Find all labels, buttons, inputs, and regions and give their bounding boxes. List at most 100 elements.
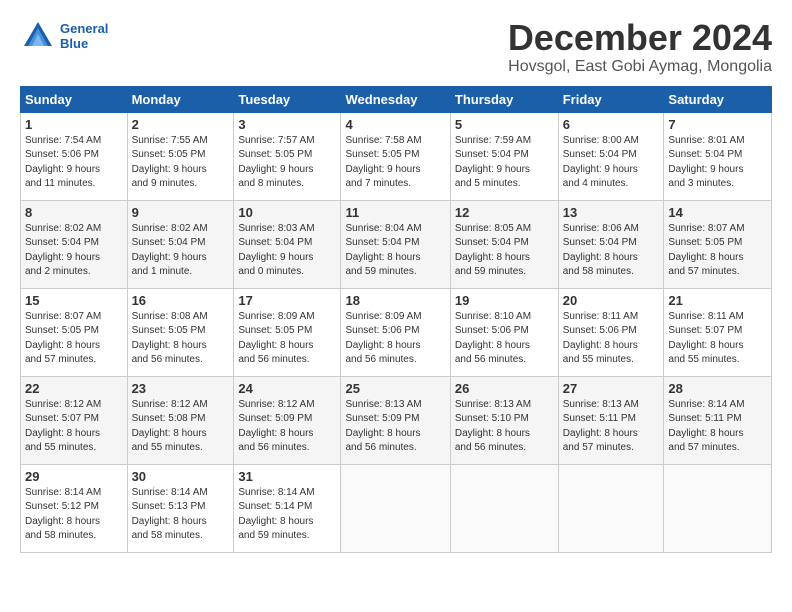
day-number: 11: [345, 205, 445, 220]
calendar-cell: 29Sunrise: 8:14 AM Sunset: 5:12 PM Dayli…: [21, 464, 128, 552]
calendar-cell: 16Sunrise: 8:08 AM Sunset: 5:05 PM Dayli…: [127, 288, 234, 376]
day-number: 7: [668, 117, 767, 132]
day-number: 28: [668, 381, 767, 396]
calendar-cell: 31Sunrise: 8:14 AM Sunset: 5:14 PM Dayli…: [234, 464, 341, 552]
day-info: Sunrise: 8:14 AM Sunset: 5:11 PM Dayligh…: [668, 398, 767, 456]
calendar-cell: 9 Sunrise: 8:02 AM Sunset: 5:04 PM Daylig…: [127, 200, 234, 288]
day-info: Sunrise: 8:13 AM Sunset: 5:10 PM Dayligh…: [455, 398, 554, 456]
day-info: Sunrise: 8:11 AM Sunset: 5:07 PM Dayligh…: [668, 310, 767, 368]
calendar-cell: 7 Sunrise: 8:01 AM Sunset: 5:04 PM Daylig…: [664, 112, 772, 200]
day-info: Sunrise: 8:12 AM Sunset: 5:07 PM Dayligh…: [25, 398, 123, 456]
calendar-cell: 11 Sunrise: 8:04 AM Sunset: 5:04 PM Dayli…: [341, 200, 450, 288]
day-info: Sunrise: 8:10 AM Sunset: 5:06 PM Dayligh…: [455, 310, 554, 368]
day-info: Sunrise: 8:13 AM Sunset: 5:09 PM Dayligh…: [345, 398, 445, 456]
calendar-row-3: 22 Sunrise: 8:12 AM Sunset: 5:07 PM Dayli…: [21, 376, 772, 464]
day-number: 27: [563, 381, 660, 396]
day-info: Sunrise: 8:00 AM Sunset: 5:04 PM Dayligh…: [563, 134, 660, 192]
day-number: 15: [25, 293, 123, 308]
day-number: 19: [455, 293, 554, 308]
day-info: Sunrise: 7:58 AM Sunset: 5:05 PM Dayligh…: [345, 134, 445, 192]
calendar-cell: 1 Sunrise: 7:54 AM Sunset: 5:06 PM Daylig…: [21, 112, 128, 200]
subtitle: Hovsgol, East Gobi Aymag, Mongolia: [508, 58, 772, 76]
day-number: 18: [345, 293, 445, 308]
day-number: 17: [238, 293, 336, 308]
day-number: 1: [25, 117, 123, 132]
day-number: 26: [455, 381, 554, 396]
calendar-cell: 14 Sunrise: 8:07 AM Sunset: 5:05 PM Dayli…: [664, 200, 772, 288]
day-info: Sunrise: 8:06 AM Sunset: 5:04 PM Dayligh…: [563, 222, 660, 280]
calendar-cell: 24 Sunrise: 8:12 AM Sunset: 5:09 PM Dayli…: [234, 376, 341, 464]
day-number: 12: [455, 205, 554, 220]
day-info: Sunrise: 8:05 AM Sunset: 5:04 PM Dayligh…: [455, 222, 554, 280]
calendar-table: Sunday Monday Tuesday Wednesday Thursday…: [20, 86, 772, 553]
day-info: Sunrise: 8:13 AM Sunset: 5:11 PM Dayligh…: [563, 398, 660, 456]
main-title: December 2024: [508, 18, 772, 58]
day-info: Sunrise: 8:01 AM Sunset: 5:04 PM Dayligh…: [668, 134, 767, 192]
page: General Blue December 2024 Hovsgol, East…: [0, 0, 792, 563]
day-number: 21: [668, 293, 767, 308]
calendar-cell: 15 Sunrise: 8:07 AM Sunset: 5:05 PM Dayli…: [21, 288, 128, 376]
day-number: 9: [132, 205, 230, 220]
calendar-cell: 25 Sunrise: 8:13 AM Sunset: 5:09 PM Dayli…: [341, 376, 450, 464]
header: General Blue December 2024 Hovsgol, East…: [20, 18, 772, 76]
calendar-cell: [341, 464, 450, 552]
day-number: 4: [345, 117, 445, 132]
calendar-cell: 10 Sunrise: 8:03 AM Sunset: 5:04 PM Dayli…: [234, 200, 341, 288]
day-number: 10: [238, 205, 336, 220]
calendar-cell: 2Sunrise: 7:55 AM Sunset: 5:05 PM Daylig…: [127, 112, 234, 200]
day-number: 13: [563, 205, 660, 220]
day-info: Sunrise: 8:09 AM Sunset: 5:06 PM Dayligh…: [345, 310, 445, 368]
calendar-cell: 19 Sunrise: 8:10 AM Sunset: 5:06 PM Dayli…: [450, 288, 558, 376]
calendar-row-2: 15 Sunrise: 8:07 AM Sunset: 5:05 PM Dayli…: [21, 288, 772, 376]
calendar-cell: [558, 464, 664, 552]
day-info: Sunrise: 8:07 AM Sunset: 5:05 PM Dayligh…: [25, 310, 123, 368]
logo-icon: [20, 18, 56, 54]
col-thursday: Thursday: [450, 86, 558, 112]
calendar-cell: 5 Sunrise: 7:59 AM Sunset: 5:04 PM Daylig…: [450, 112, 558, 200]
day-number: 30: [132, 469, 230, 484]
day-info: Sunrise: 8:02 AM Sunset: 5:04 PM Dayligh…: [25, 222, 123, 280]
day-info: Sunrise: 8:14 AM Sunset: 5:14 PM Dayligh…: [238, 486, 336, 544]
calendar-row-4: 29Sunrise: 8:14 AM Sunset: 5:12 PM Dayli…: [21, 464, 772, 552]
day-info: Sunrise: 8:03 AM Sunset: 5:04 PM Dayligh…: [238, 222, 336, 280]
day-info: Sunrise: 7:54 AM Sunset: 5:06 PM Dayligh…: [25, 134, 123, 192]
calendar-cell: 8 Sunrise: 8:02 AM Sunset: 5:04 PM Daylig…: [21, 200, 128, 288]
day-info: Sunrise: 8:02 AM Sunset: 5:04 PM Dayligh…: [132, 222, 230, 280]
logo: General Blue: [20, 18, 108, 54]
col-saturday: Saturday: [664, 86, 772, 112]
day-number: 29: [25, 469, 123, 484]
col-monday: Monday: [127, 86, 234, 112]
calendar-row-0: 1 Sunrise: 7:54 AM Sunset: 5:06 PM Daylig…: [21, 112, 772, 200]
calendar-cell: 18 Sunrise: 8:09 AM Sunset: 5:06 PM Dayli…: [341, 288, 450, 376]
calendar-cell: 27 Sunrise: 8:13 AM Sunset: 5:11 PM Dayli…: [558, 376, 664, 464]
col-tuesday: Tuesday: [234, 86, 341, 112]
day-info: Sunrise: 8:12 AM Sunset: 5:09 PM Dayligh…: [238, 398, 336, 456]
title-area: December 2024 Hovsgol, East Gobi Aymag, …: [508, 18, 772, 76]
calendar-cell: 28 Sunrise: 8:14 AM Sunset: 5:11 PM Dayli…: [664, 376, 772, 464]
col-sunday: Sunday: [21, 86, 128, 112]
day-number: 20: [563, 293, 660, 308]
calendar-cell: 30 Sunrise: 8:14 AM Sunset: 5:13 PM Dayli…: [127, 464, 234, 552]
day-info: Sunrise: 8:07 AM Sunset: 5:05 PM Dayligh…: [668, 222, 767, 280]
day-info: Sunrise: 7:55 AM Sunset: 5:05 PM Dayligh…: [132, 134, 230, 192]
day-number: 24: [238, 381, 336, 396]
calendar-cell: 6Sunrise: 8:00 AM Sunset: 5:04 PM Daylig…: [558, 112, 664, 200]
calendar-cell: 20Sunrise: 8:11 AM Sunset: 5:06 PM Dayli…: [558, 288, 664, 376]
col-wednesday: Wednesday: [341, 86, 450, 112]
calendar-cell: 26 Sunrise: 8:13 AM Sunset: 5:10 PM Dayli…: [450, 376, 558, 464]
day-info: Sunrise: 7:59 AM Sunset: 5:04 PM Dayligh…: [455, 134, 554, 192]
calendar-header-row: Sunday Monday Tuesday Wednesday Thursday…: [21, 86, 772, 112]
day-info: Sunrise: 8:12 AM Sunset: 5:08 PM Dayligh…: [132, 398, 230, 456]
day-number: 8: [25, 205, 123, 220]
day-number: 14: [668, 205, 767, 220]
day-number: 5: [455, 117, 554, 132]
day-info: Sunrise: 8:14 AM Sunset: 5:13 PM Dayligh…: [132, 486, 230, 544]
calendar-cell: [450, 464, 558, 552]
day-number: 25: [345, 381, 445, 396]
calendar-cell: 13 Sunrise: 8:06 AM Sunset: 5:04 PM Dayli…: [558, 200, 664, 288]
calendar-cell: 21 Sunrise: 8:11 AM Sunset: 5:07 PM Dayli…: [664, 288, 772, 376]
day-info: Sunrise: 8:04 AM Sunset: 5:04 PM Dayligh…: [345, 222, 445, 280]
day-info: Sunrise: 7:57 AM Sunset: 5:05 PM Dayligh…: [238, 134, 336, 192]
day-number: 23: [132, 381, 230, 396]
day-number: 22: [25, 381, 123, 396]
